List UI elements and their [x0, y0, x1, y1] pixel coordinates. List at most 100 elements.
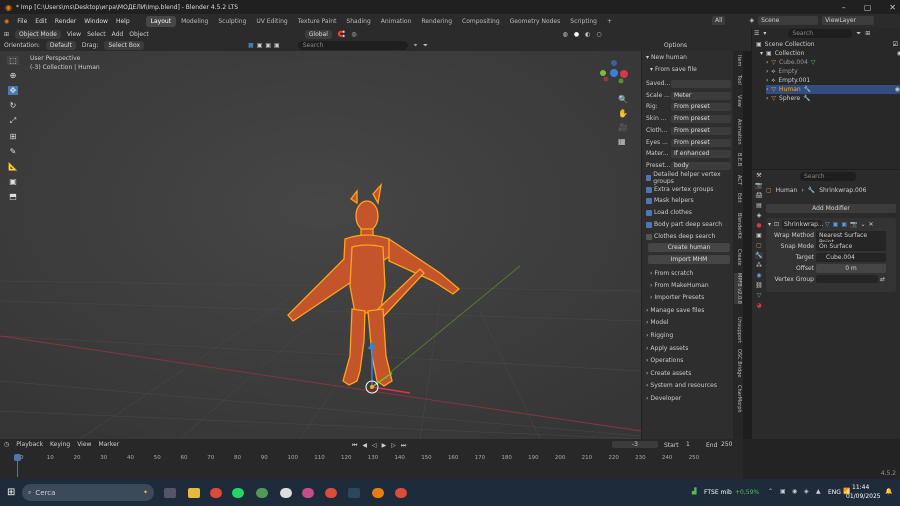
tab-beb[interactable]: B.E.B [734, 153, 742, 166]
notification-icon[interactable]: 🔔 [885, 488, 892, 495]
frame-ruler[interactable]: -301020304050607080901001101201301401501… [0, 454, 743, 464]
outliner-filter-icon[interactable]: ⏷ [856, 30, 861, 38]
snap-mode-select[interactable]: On Surface [816, 242, 886, 251]
editor-type-icon[interactable]: ⊞ [4, 31, 9, 38]
cage-icon[interactable]: ▣ [833, 221, 839, 228]
outliner-display-icon[interactable]: ▾ [763, 30, 766, 37]
outliner-scene-collection[interactable]: ▣ Scene Collection ☑ [756, 40, 898, 49]
outliner-item-sphere[interactable]: ›▽Sphere🔧◉ [766, 94, 900, 103]
collection-tab-icon[interactable]: ▣ [756, 232, 762, 239]
data-tab-icon[interactable]: ▽ [757, 292, 762, 299]
section-developer[interactable]: › Developer [646, 394, 732, 403]
world-tab-icon[interactable]: ● [756, 222, 761, 229]
checkbox-icon[interactable]: ☑ [893, 41, 898, 48]
menu-file[interactable]: File [17, 18, 27, 25]
menu-object[interactable]: Object [129, 31, 149, 38]
section-apply-assets[interactable]: › Apply assets [646, 344, 732, 353]
checkbox-mask-helpers[interactable]: Mask helpers [646, 196, 732, 205]
physics-tab-icon[interactable]: ◉ [756, 272, 761, 279]
play-reverse-icon[interactable]: ◁ [372, 442, 377, 450]
viewport-icon[interactable]: ▣ [841, 221, 847, 228]
chrome-icon-2[interactable] [325, 488, 337, 498]
checkbox-extra-vertex[interactable]: Extra vertex groups [646, 185, 732, 194]
current-frame-field[interactable]: -3 [612, 441, 658, 448]
tab-rendering[interactable]: Rendering [416, 16, 457, 27]
maximize-icon[interactable]: ▢ [864, 3, 872, 12]
clock-time[interactable]: 11:44 [852, 484, 869, 491]
viewport-search[interactable]: Search [297, 41, 408, 50]
tab-modeling[interactable]: Modeling [176, 16, 213, 27]
bookmark-icon[interactable]: ⌖ [414, 42, 417, 50]
properties-search[interactable]: Search [800, 172, 856, 181]
skin-field[interactable]: From preset [671, 114, 731, 123]
chrome-icon-3[interactable] [395, 488, 407, 498]
tab-layout[interactable]: Layout [145, 15, 177, 27]
section-system-resources[interactable]: › System and resources [646, 381, 732, 390]
transform-tool-icon[interactable]: ⊞ [10, 132, 17, 141]
rig-field[interactable]: From preset [671, 102, 731, 111]
particles-tab-icon[interactable]: ⁂ [756, 262, 762, 269]
tab-compositing[interactable]: Compositing [457, 16, 505, 27]
app-icon-green[interactable] [256, 488, 268, 498]
preset-field[interactable]: body [671, 161, 731, 170]
clock-date[interactable]: 01/09/2025 [846, 493, 881, 500]
annotate-tool-icon[interactable]: ✎ [10, 147, 17, 156]
clothes-field[interactable]: From preset [671, 126, 731, 135]
delete-modifier-icon[interactable]: ✕ [869, 221, 874, 228]
browser-icon[interactable] [302, 488, 314, 498]
checkbox-on[interactable] [646, 209, 652, 216]
tool-tab-icon[interactable]: ⚒ [756, 172, 761, 179]
orientation-selector[interactable]: Default [45, 41, 76, 50]
scene-selector[interactable]: Scene [758, 16, 819, 25]
outliner-item-cube[interactable]: ›▽Cube.004▽◉ [766, 58, 900, 67]
outliner-item-empty[interactable]: ›⟡Empty◉ [766, 67, 900, 76]
checkbox-on[interactable] [646, 221, 652, 228]
checkbox-on[interactable] [646, 197, 652, 204]
start-frame-field[interactable]: 1 [686, 441, 696, 448]
unreal-icon[interactable] [280, 488, 292, 498]
tab-create[interactable]: Create [734, 249, 742, 266]
mode-selector[interactable]: Object Mode [15, 29, 61, 39]
timeline-view-menu[interactable]: View [77, 441, 91, 448]
filter-icon-2[interactable]: ▣ [265, 42, 271, 49]
from-makehuman-header[interactable]: › From MakeHuman [650, 281, 736, 290]
shading-solid-icon[interactable]: ● [574, 31, 579, 38]
tab-charmorph[interactable]: CharMorph [734, 385, 742, 413]
offset-field[interactable]: 0 m [816, 264, 886, 273]
blender-taskbar-icon[interactable] [372, 488, 384, 498]
options-button[interactable]: Options [664, 42, 687, 49]
constraints-tab-icon[interactable]: ⛓ [755, 282, 763, 289]
vertex-group-field[interactable] [816, 275, 878, 283]
checkbox-on[interactable] [646, 186, 652, 193]
invert-icon[interactable]: ⇄ [880, 276, 885, 283]
checkbox-load-clothes[interactable]: Load clothes [646, 208, 732, 217]
menu-add[interactable]: Add [112, 31, 124, 38]
drag-selector[interactable]: Select Box [104, 41, 145, 50]
tray-app-icon[interactable]: ▣ [780, 488, 786, 495]
minimize-icon[interactable]: – [842, 3, 846, 12]
tab-uv-editing[interactable]: UV Editing [251, 16, 292, 27]
task-view-icon[interactable] [164, 488, 176, 498]
measure-tool-icon[interactable]: 📐 [8, 162, 18, 171]
menu-edit[interactable]: Edit [35, 18, 47, 25]
shading-render-icon[interactable]: ○ [596, 31, 601, 38]
material-field[interactable]: If enhanced [671, 149, 731, 158]
tab-texture-paint[interactable]: Texture Paint [293, 16, 342, 27]
checkbox-body-part-search[interactable]: Body part deep search [646, 220, 732, 229]
tab-blenderkit[interactable]: BlenderKit [734, 213, 742, 239]
pan-hand-icon[interactable]: ✋ [618, 109, 628, 118]
cursor-tool-icon[interactable]: ⊕ [10, 71, 17, 80]
steam-icon[interactable] [348, 488, 360, 498]
importer-presets-header[interactable]: › Importer Presets [650, 293, 736, 302]
new-collection-icon[interactable]: ⊞ [865, 30, 870, 37]
keying-menu[interactable]: Keying [50, 441, 70, 448]
filter-icon[interactable]: ▣ [257, 42, 263, 49]
modifier-tab-icon[interactable]: 🔧 [755, 252, 763, 259]
shading-material-icon[interactable]: ◐ [585, 31, 590, 38]
dropdown-icon[interactable]: ⌄ [861, 221, 866, 228]
saved-field[interactable] [671, 79, 731, 88]
select-tool-icon[interactable]: ⬚ [7, 56, 19, 65]
tab-tool[interactable]: Tool [734, 75, 742, 85]
add-cube-icon[interactable]: ▣ [9, 177, 17, 186]
tab-act[interactable]: ACT [734, 175, 742, 185]
